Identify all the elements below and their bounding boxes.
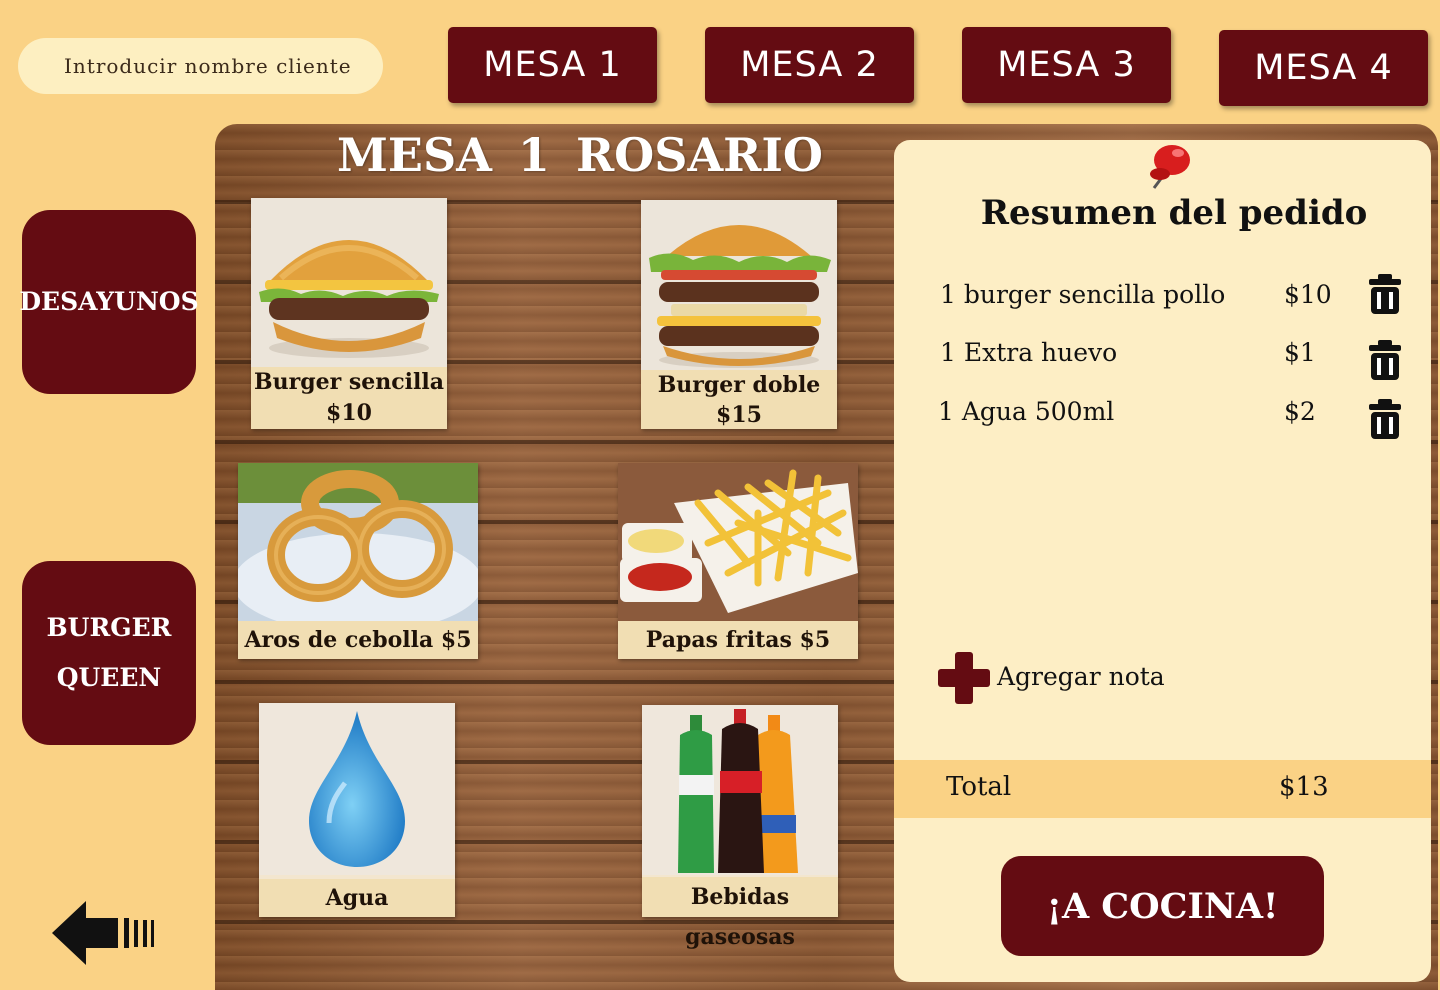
- trash-icon[interactable]: [1368, 274, 1402, 314]
- order-summary-title: Resumen del pedido: [980, 193, 1368, 233]
- plus-icon: [938, 652, 990, 704]
- order-item-price: $1: [1284, 338, 1316, 367]
- order-item-price: $10: [1284, 280, 1332, 309]
- page-title: MESA 1 ROSARIO: [337, 128, 823, 182]
- order-item-name: 1 Extra huevo: [940, 338, 1118, 367]
- burger-doble-image: [641, 200, 837, 370]
- add-note-label: Agregar nota: [997, 662, 1165, 691]
- tab-mesa-1[interactable]: MESA 1: [448, 27, 657, 103]
- menu-item-bebidas-gaseosas[interactable]: Bebidas gaseosas: [642, 705, 838, 950]
- client-name-input[interactable]: [18, 38, 383, 94]
- menu-item-label: Agua: [259, 879, 455, 917]
- send-to-kitchen-button[interactable]: ¡A COCINA!: [1001, 856, 1324, 956]
- menu-item-agua[interactable]: Agua: [259, 703, 455, 917]
- water-drop-image: [259, 703, 455, 875]
- french-fries-image: [618, 463, 858, 621]
- trash-icon[interactable]: [1368, 340, 1402, 380]
- tab-mesa-3[interactable]: MESA 3: [962, 27, 1171, 103]
- order-item-row: 1 burger sencilla pollo $10: [940, 272, 1410, 316]
- menu-item-aros-de-cebolla[interactable]: Aros de cebolla $5: [238, 463, 478, 659]
- trash-icon[interactable]: [1368, 399, 1402, 439]
- tab-mesa-4[interactable]: MESA 4: [1219, 30, 1428, 106]
- total-bar: Total $13: [894, 760, 1431, 818]
- onion-rings-image: [238, 463, 478, 621]
- menu-item-label: Bebidas gaseosas: [642, 877, 838, 950]
- burger-sencilla-image: [251, 198, 447, 368]
- order-item-price: $2: [1284, 397, 1316, 426]
- order-item-name: 1 burger sencilla pollo: [940, 280, 1226, 309]
- menu-item-burger-doble[interactable]: Burger doble $15: [641, 200, 837, 429]
- tab-mesa-2[interactable]: MESA 2: [705, 27, 914, 103]
- soda-bottles-image: [642, 705, 838, 875]
- menu-item-price: $15: [716, 402, 762, 428]
- menu-item-label: Aros de cebolla $5: [238, 621, 478, 659]
- menu-item-name: Burger doble: [657, 372, 821, 398]
- menu-item-price: $10: [326, 400, 372, 426]
- order-item-row: 1 Agua 500ml $2: [938, 397, 1408, 441]
- pushpin-icon: [1140, 136, 1194, 198]
- menu-item-label: Papas fritas $5: [618, 621, 858, 659]
- back-arrow-icon[interactable]: [50, 898, 156, 968]
- order-item-row: 1 Extra huevo $1: [940, 338, 1410, 382]
- total-label: Total: [946, 772, 1012, 802]
- menu-item-name: Burger sencilla: [254, 369, 444, 395]
- total-value: $13: [1279, 772, 1329, 802]
- category-burger-queen-button[interactable]: BURGER QUEEN: [22, 561, 196, 745]
- menu-item-burger-sencilla[interactable]: Burger sencilla $10: [251, 198, 447, 429]
- category-desayunos-button[interactable]: DESAYUNOS: [19, 210, 199, 394]
- order-item-name: 1 Agua 500ml: [938, 397, 1115, 426]
- menu-item-papas-fritas[interactable]: Papas fritas $5: [618, 463, 858, 659]
